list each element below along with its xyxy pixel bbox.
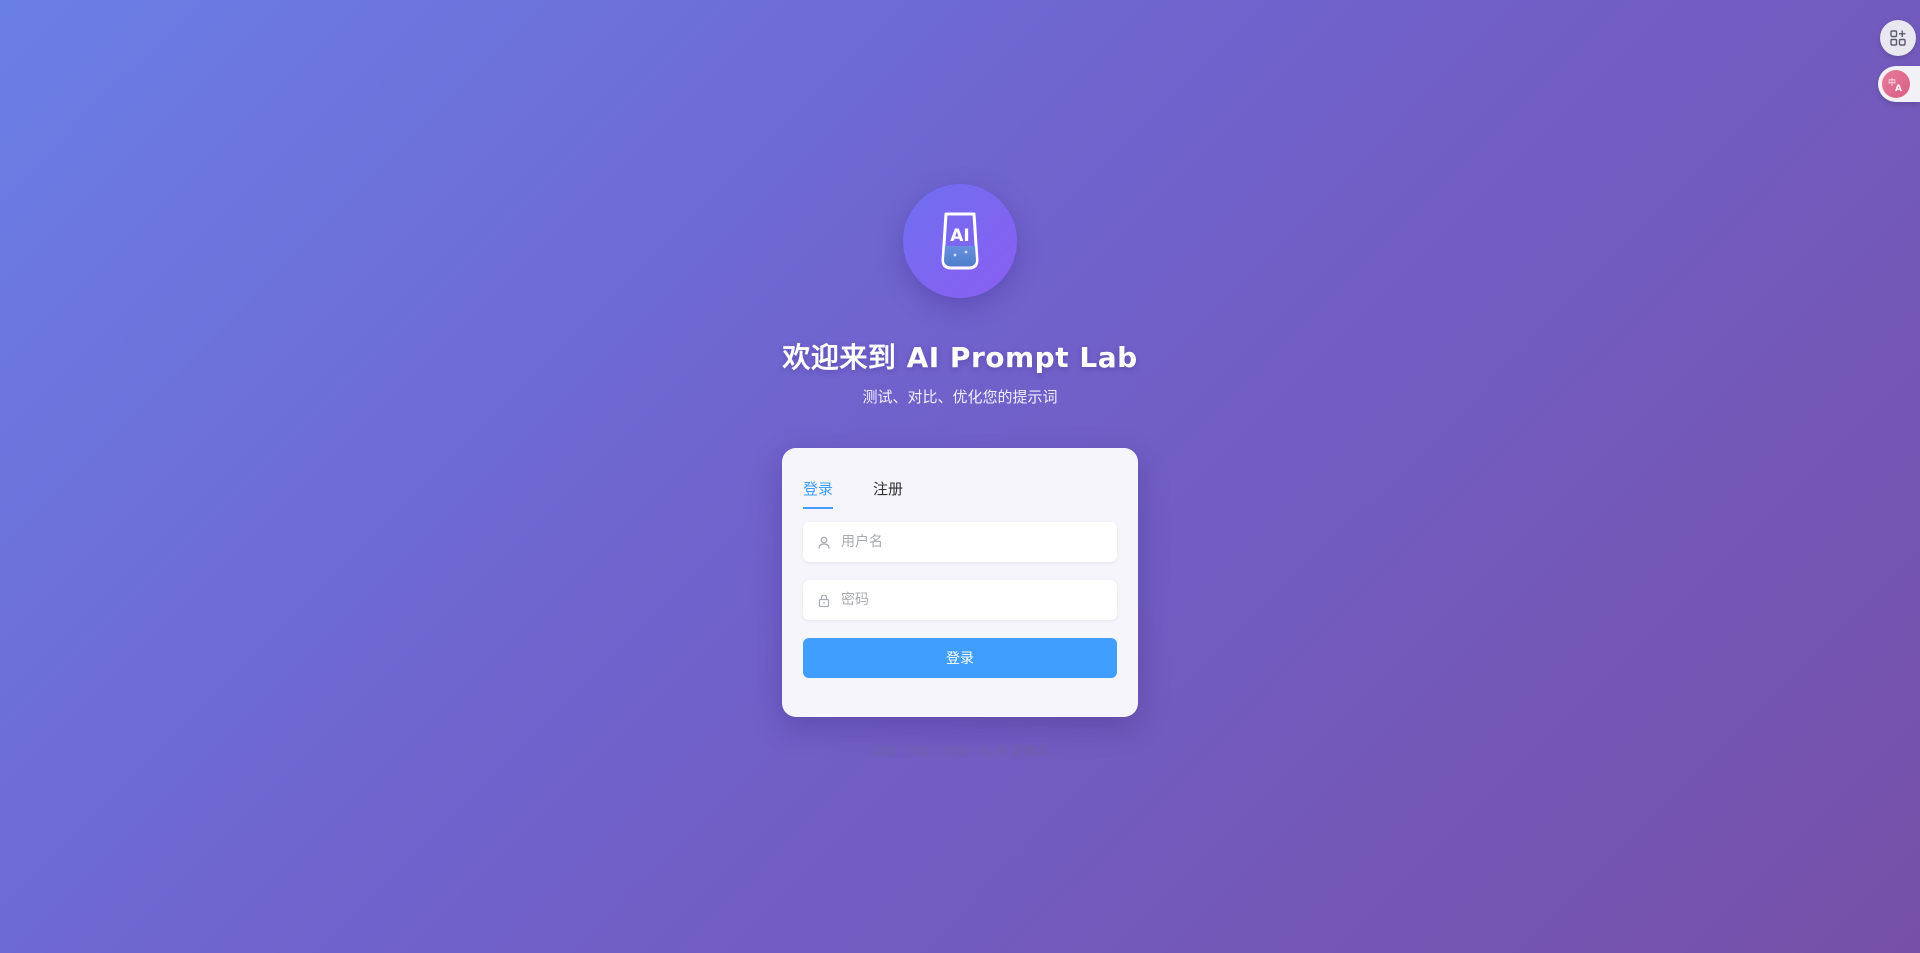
translate-icon: 中 A [1882, 70, 1910, 98]
footer-item: 让 AI 更懂你 [980, 744, 1048, 758]
login-card: 登录 注册 登录 [782, 448, 1138, 717]
page-title: 欢迎来到 AI Prompt Lab [782, 341, 1138, 374]
footer: 测试 · 对比 · 优化 · 让 AI 更懂你 [872, 744, 1048, 758]
logo-text: AI [950, 226, 969, 246]
svg-text:A: A [1895, 84, 1902, 93]
translate-button[interactable]: 中 A [1878, 66, 1920, 102]
footer-item: 测试 [872, 744, 897, 758]
auth-tabs: 登录 注册 [803, 478, 903, 509]
apps-add-icon [1890, 30, 1906, 46]
apps-add-button[interactable] [1880, 20, 1916, 56]
username-input[interactable] [839, 533, 1103, 551]
password-field[interactable] [803, 580, 1117, 620]
footer-item: 优化 [944, 744, 969, 758]
username-field[interactable] [803, 522, 1117, 562]
app-logo: AI [903, 184, 1017, 298]
login-button[interactable]: 登录 [803, 638, 1117, 678]
beaker-icon: AI [941, 212, 979, 270]
tab-login[interactable]: 登录 [803, 478, 834, 509]
user-icon [817, 535, 831, 549]
page-subtitle: 测试、对比、优化您的提示词 [862, 388, 1058, 406]
password-input[interactable] [839, 591, 1103, 609]
lock-icon [817, 593, 831, 607]
tab-register[interactable]: 注册 [873, 478, 903, 509]
footer-item: 对比 [908, 744, 933, 758]
